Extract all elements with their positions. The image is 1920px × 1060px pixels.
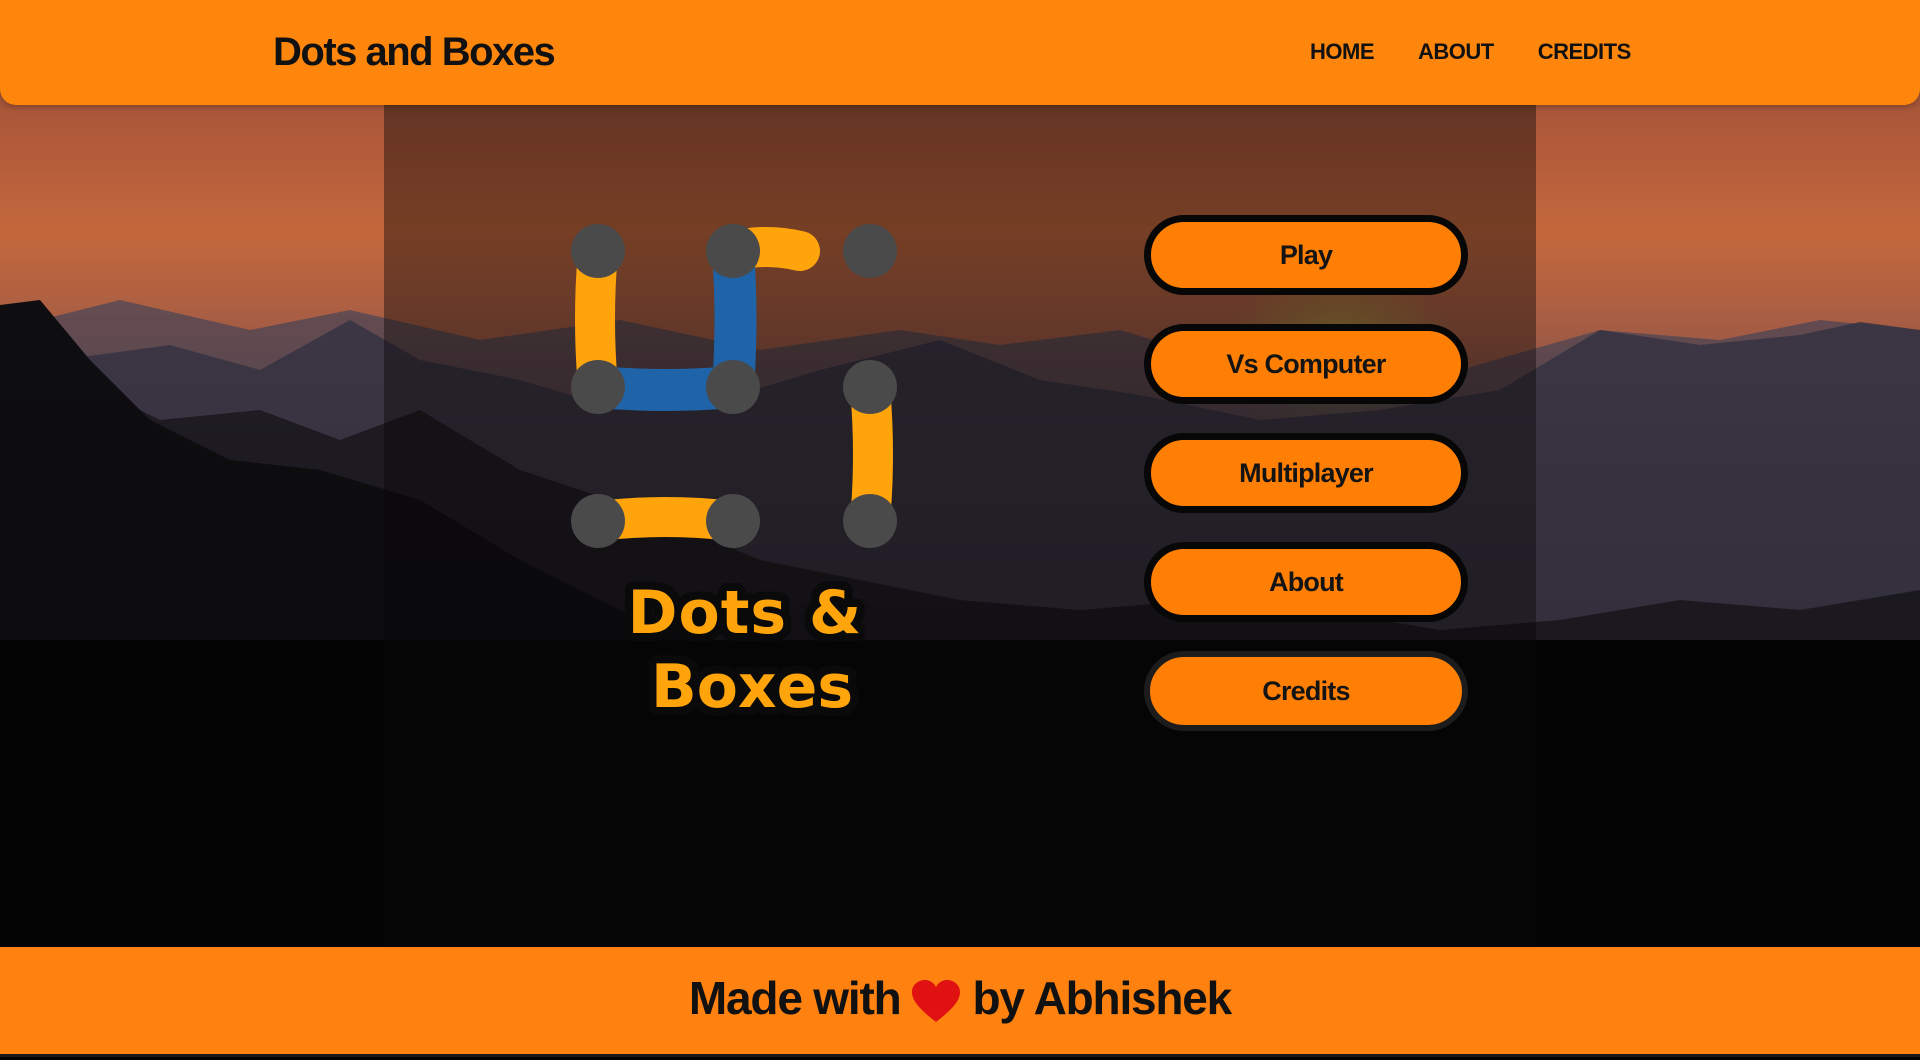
logo-dot — [843, 494, 897, 548]
footer: Made with by Abhishek — [0, 947, 1920, 1057]
logo-dot — [571, 360, 625, 414]
top-navbar: Dots and Boxes HOME ABOUT CREDITS — [0, 0, 1920, 105]
footer-suffix: by Abhishek — [972, 971, 1232, 1024]
logo-dot — [706, 494, 760, 548]
logo-dot — [843, 224, 897, 278]
logo-dot — [706, 360, 760, 414]
game-title-line2: Boxes — [650, 652, 854, 722]
footer-prefix: Made with — [688, 971, 902, 1024]
dots-and-boxes-logo-icon — [568, 215, 908, 555]
game-title: Dots & Boxes — [560, 576, 930, 724]
brand-title[interactable]: Dots and Boxes — [273, 24, 556, 80]
credits-button[interactable]: Credits — [1144, 651, 1468, 731]
logo-dot — [571, 494, 625, 548]
nav-home-link[interactable]: HOME — [1310, 39, 1375, 64]
multiplayer-button[interactable]: Multiplayer — [1144, 433, 1468, 513]
logo-dot — [706, 224, 760, 278]
nav-links: HOME ABOUT CREDITS — [1310, 37, 1631, 67]
nav-credits-link[interactable]: CREDITS — [1538, 39, 1632, 64]
main-menu: Play Vs Computer Multiplayer About Credi… — [1144, 215, 1468, 731]
vs-computer-button[interactable]: Vs Computer — [1144, 324, 1468, 404]
about-button[interactable]: About — [1144, 542, 1468, 622]
play-button[interactable]: Play — [1144, 215, 1468, 295]
heart-icon — [912, 979, 961, 1024]
nav-about-link[interactable]: ABOUT — [1418, 39, 1494, 64]
logo-dot — [843, 360, 897, 414]
game-title-line1: Dots & — [627, 578, 863, 648]
logo-dot — [571, 224, 625, 278]
footer-credit: Made with by Abhishek — [688, 971, 1232, 1025]
